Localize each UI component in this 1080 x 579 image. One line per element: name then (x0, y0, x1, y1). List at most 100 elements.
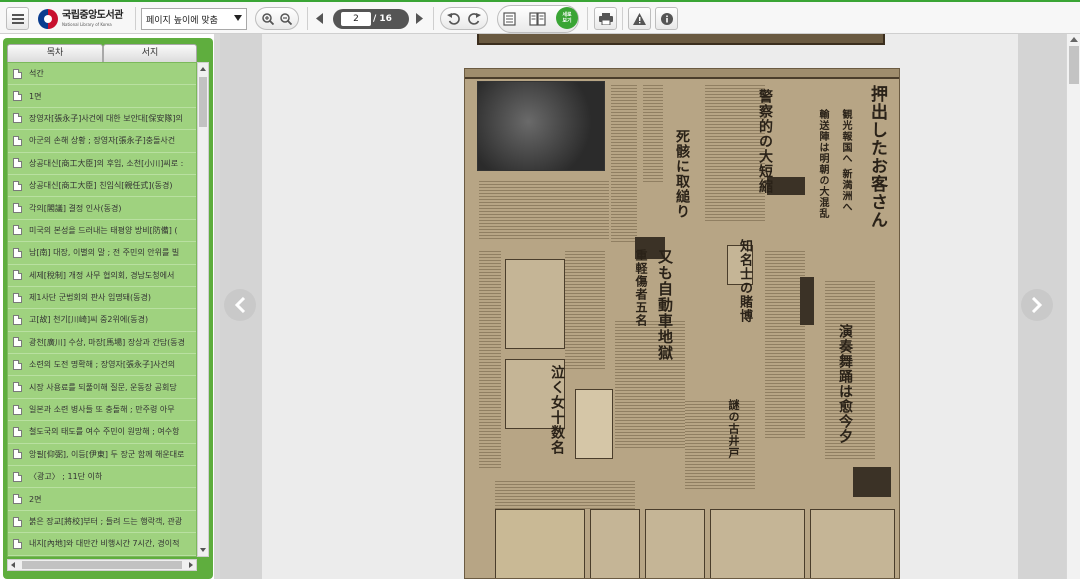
newspaper-headline: 重軽傷者五名 (634, 249, 648, 327)
advertisement-box (810, 509, 895, 578)
toc-item-label: 석간 (29, 69, 44, 79)
toc-item[interactable]: 내지[內地]와 대만간 비행시간 7시간, 경이적 (8, 533, 196, 556)
toc-item[interactable]: 철도국의 태도를 여수 주민이 원망해 ; 여수항 (8, 421, 196, 444)
toolbar-divider (135, 7, 136, 30)
document-icon (13, 538, 22, 549)
scroll-up-icon[interactable] (1070, 37, 1078, 42)
viewer-vertical-scrollbar[interactable] (1066, 34, 1080, 579)
printer-icon (598, 12, 613, 25)
page-navigator: 2 / 16 (333, 9, 409, 29)
toc-item[interactable]: 미국의 본성을 드러내는 태평양 방비[防備] ( (8, 220, 196, 243)
toc-horizontal-scrollbar[interactable] (7, 559, 197, 571)
document-icon (13, 225, 22, 236)
toc-item[interactable]: 붉은 장교[將校]부터 ; 들려 드는 행락객, 관광 (8, 511, 196, 534)
vertical-view-button[interactable]: 세로 보기 (556, 7, 578, 29)
toc-item[interactable]: 1면 (8, 85, 196, 108)
toc-item-label: 일본과 소련 병사들 또 충돌해 ; 만주령 아무 (29, 405, 175, 415)
scrollbar-thumb[interactable] (199, 77, 207, 127)
document-icon (13, 158, 22, 169)
warning-icon (633, 12, 646, 25)
page-number-input[interactable]: 2 (341, 12, 371, 26)
toc-item[interactable]: 제1사단 군법회의 판사 임명돼(동경) (8, 287, 196, 310)
newspaper-photo (477, 81, 605, 171)
document-icon (13, 359, 22, 370)
newspaper-column (685, 399, 755, 489)
sidebar: 목차 서지 석간 1면 장영자[張永子]사건에 대한 보안대[保安隊]의 아군의… (0, 34, 214, 579)
report-button[interactable] (628, 7, 651, 30)
newspaper-column (479, 249, 501, 469)
document-icon (13, 292, 22, 303)
toc-item-label: 1면 (29, 91, 42, 101)
toc-item[interactable]: 광천[廣川] 수상, 마장[馬場] 장상과 간담(동경 (8, 332, 196, 355)
scroll-left-icon[interactable] (11, 562, 15, 568)
next-page-button[interactable] (1021, 289, 1053, 321)
scroll-right-icon[interactable] (189, 562, 193, 568)
toc-item[interactable]: 아군의 손해 상황 ; 장영자[張永子]충돌사건 (8, 130, 196, 153)
toc-item-label: 〈광고〉 ; 11단 이하 (29, 472, 103, 482)
info-button[interactable] (655, 7, 678, 30)
document-icon (13, 382, 22, 393)
toc-item[interactable]: 남[南] 대장, 이별의 말 ; 전 주민의 안위를 빌 (8, 242, 196, 265)
zoom-out-icon[interactable] (280, 12, 292, 25)
document-icon (13, 270, 22, 281)
scroll-down-icon[interactable] (200, 548, 206, 552)
newspaper-column (479, 179, 609, 239)
single-page-icon[interactable] (503, 12, 516, 26)
previous-page-button[interactable] (224, 289, 256, 321)
hamburger-menu-icon (11, 13, 24, 24)
document-icon (13, 426, 22, 437)
newspaper-headline: 警察的の大短縮 (757, 89, 773, 194)
toc-item[interactable]: 장영자[張永子]사건에 대한 보안대[保安隊]의 (8, 108, 196, 131)
hamburger-menu-button[interactable] (6, 7, 29, 30)
tab-bibliography[interactable]: 서지 (103, 44, 197, 63)
toc-item[interactable]: 세제[稅制] 개정 사무 협의회, 경남도청에서 (8, 265, 196, 287)
toc-item[interactable]: 각의[閣議] 결정 인사(동경) (8, 197, 196, 220)
toc-item[interactable]: 앙필[仰弼], 이등[伊東] 두 장군 함께 해운대로 (8, 444, 196, 467)
scrollbar-thumb[interactable] (1069, 46, 1079, 84)
document-icon (13, 113, 22, 124)
toc-item[interactable]: 〈광고〉 ; 11단 이하 (8, 466, 196, 489)
toc-item-label: 광천[廣川] 수상, 마장[馬場] 장상과 간담(동경 (29, 337, 185, 347)
toc-item-label: 미국의 본성을 드러내는 태평양 방비[防備] ( (29, 225, 178, 235)
print-button[interactable] (594, 7, 617, 30)
triangle-right-icon[interactable] (416, 13, 424, 24)
vertical-view-label-2: 보기 (562, 18, 572, 24)
toc-item-label: 2면 (29, 494, 42, 504)
toc-item-label: 상공대신[商工大臣] 친임식[親任式](동경) (29, 181, 173, 191)
triangle-left-icon[interactable] (316, 13, 324, 24)
toolbar-divider (622, 7, 623, 30)
tab-table-of-contents[interactable]: 목차 (7, 44, 103, 63)
zoom-select[interactable]: 페이지 높이에 맞춤 (141, 8, 247, 30)
newspaper-headline: 観光報国へ 新満洲へ (840, 109, 851, 213)
document-icon (13, 68, 22, 79)
toc-item[interactable]: 고[故] 천기[川崎]씨 중2위에(동경) (8, 309, 196, 332)
toc-item[interactable]: 상공대신[商工大臣]의 후임, 소천[小川]씨로 : (8, 153, 196, 175)
newspaper-column (565, 249, 605, 369)
double-page-icon[interactable] (529, 12, 546, 26)
newspaper-title-block (800, 277, 814, 325)
toc-item[interactable]: 일본과 소련 병사들 또 충돌해 ; 만주령 아무 (8, 399, 196, 422)
toc-item[interactable]: 소련의 도전 명확해 ; 장영자[張永子]사건의 (8, 354, 196, 377)
toc-item[interactable]: 2면 (8, 488, 196, 511)
scrollbar-thumb[interactable] (22, 561, 182, 569)
app-window: 국립중앙도서관 National Library of Korea 페이지 높이… (0, 0, 1080, 579)
document-icon (13, 471, 22, 482)
toc-item[interactable]: 석간 (8, 63, 196, 86)
rotate-left-icon[interactable] (447, 12, 460, 25)
document-icon (13, 337, 22, 348)
newspaper-column (611, 83, 637, 243)
toc-item-label: 각의[閣議] 결정 인사(동경) (29, 203, 122, 213)
zoom-button-group (255, 7, 299, 30)
rotate-right-icon[interactable] (468, 12, 481, 25)
toc-item[interactable]: 시장 사용료를 되풀이해 질문, 운동장 공회당 (8, 376, 196, 399)
library-logo[interactable]: 국립중앙도서관 National Library of Korea (38, 6, 128, 32)
document-icon (13, 404, 22, 415)
scroll-up-icon[interactable] (200, 67, 206, 71)
zoom-in-icon[interactable] (262, 12, 274, 25)
document-icon (13, 180, 22, 191)
toc-vertical-scrollbar[interactable] (197, 62, 209, 557)
toolbar-divider (433, 7, 434, 30)
toc-item-label: 세제[稅制] 개정 사무 협의회, 경남도청에서 (29, 270, 175, 280)
newspaper-headline: 又も自動車地獄 (656, 249, 674, 361)
toc-item[interactable]: 상공대신[商工大臣] 친임식[親任式](동경) (8, 175, 196, 198)
